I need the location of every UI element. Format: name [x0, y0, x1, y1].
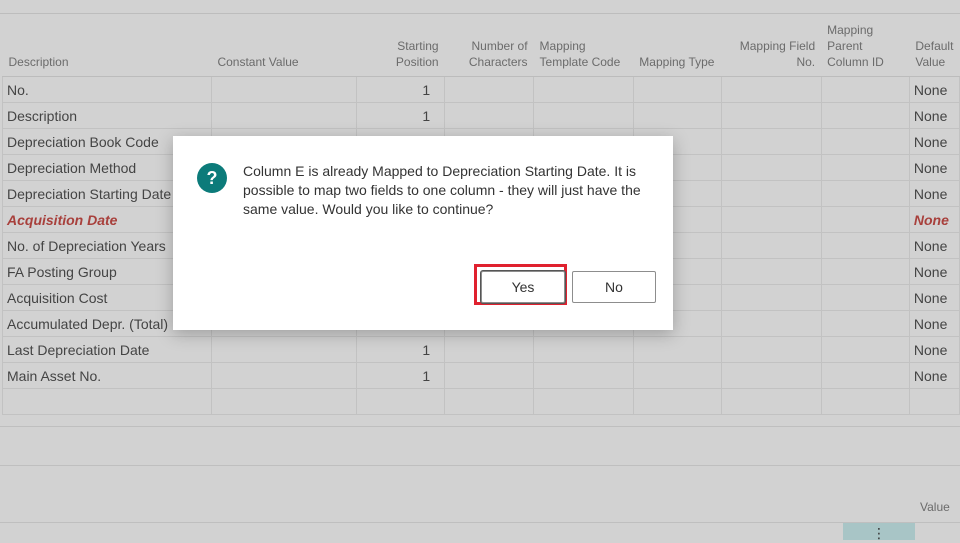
cell-mapping-template-code[interactable]	[533, 362, 634, 389]
cell-mapping-template-code[interactable]	[533, 102, 634, 129]
cell-mapping-field-no[interactable]	[721, 206, 822, 233]
cell-mapping-parent-column-id[interactable]	[821, 232, 910, 259]
col-header-default-value[interactable]: Default Value	[909, 13, 960, 77]
header-row: Description Constant Value Starting Posi…	[2, 13, 960, 77]
cell-mapping-parent-column-id[interactable]	[821, 284, 910, 311]
cell-mapping-field-no[interactable]	[721, 362, 822, 389]
cell-constant-value[interactable]	[211, 362, 358, 389]
cell-starting-position[interactable]: 1	[356, 102, 446, 129]
cell-default-value[interactable]	[909, 388, 960, 415]
cell-mapping-type[interactable]	[633, 102, 723, 129]
cell-mapping-field-no[interactable]	[721, 76, 822, 103]
dialog-message: Column E is already Mapped to Depreciati…	[243, 163, 641, 217]
cell-mapping-template-code[interactable]	[533, 76, 634, 103]
cell-mapping-field-no[interactable]	[721, 258, 822, 285]
col-header-starting-position[interactable]: Starting Position	[356, 13, 445, 77]
cell-mapping-field-no[interactable]	[721, 232, 822, 259]
cell-number-of-characters[interactable]	[444, 102, 535, 129]
col-header-mapping-template-code[interactable]: Mapping Template Code	[533, 13, 634, 77]
cell-mapping-template-code[interactable]	[533, 388, 634, 415]
cell-mapping-parent-column-id[interactable]	[821, 258, 910, 285]
cell-mapping-field-no[interactable]	[721, 284, 822, 311]
col-header-constant-value[interactable]: Constant Value	[211, 13, 357, 77]
cell-default-value[interactable]: None	[909, 76, 960, 103]
more-options-button[interactable]: ⋮	[843, 523, 915, 541]
confirm-dialog: ? Column E is already Mapped to Deprecia…	[173, 136, 673, 330]
cell-mapping-field-no[interactable]	[721, 154, 822, 181]
cell-number-of-characters[interactable]	[444, 388, 535, 415]
cell-default-value[interactable]: None	[909, 206, 960, 233]
cell-description[interactable]	[2, 388, 212, 415]
cell-constant-value[interactable]	[211, 336, 358, 363]
top-strip	[0, 0, 960, 14]
divider	[0, 522, 960, 523]
cell-description[interactable]: Description	[2, 102, 212, 129]
no-button[interactable]: No	[572, 271, 656, 303]
cell-default-value[interactable]: None	[909, 258, 960, 285]
cell-starting-position[interactable]: 1	[356, 76, 446, 103]
cell-number-of-characters[interactable]	[444, 336, 535, 363]
cell-mapping-type[interactable]	[633, 388, 723, 415]
cell-default-value[interactable]: None	[909, 336, 960, 363]
cell-mapping-field-no[interactable]	[721, 310, 822, 337]
cell-default-value[interactable]: None	[909, 180, 960, 207]
yes-button[interactable]: Yes	[481, 271, 565, 303]
cell-mapping-field-no[interactable]	[721, 388, 822, 415]
cell-mapping-type[interactable]	[633, 336, 723, 363]
cell-mapping-field-no[interactable]	[721, 128, 822, 155]
cell-starting-position[interactable]: 1	[356, 336, 446, 363]
col-header-number-of-characters[interactable]: Number of Characters	[444, 13, 534, 77]
cell-constant-value[interactable]	[211, 102, 358, 129]
cell-mapping-parent-column-id[interactable]	[821, 362, 910, 389]
cell-starting-position[interactable]: 1	[356, 362, 446, 389]
table-row[interactable]: Main Asset No. 1 None	[2, 362, 960, 389]
cell-default-value[interactable]: None	[909, 154, 960, 181]
cell-default-value[interactable]: None	[909, 128, 960, 155]
cell-mapping-parent-column-id[interactable]	[821, 206, 910, 233]
cell-description[interactable]: Last Depreciation Date	[2, 336, 212, 363]
cell-mapping-type[interactable]	[633, 362, 723, 389]
cell-mapping-field-no[interactable]	[721, 180, 822, 207]
cell-default-value[interactable]: None	[909, 362, 960, 389]
col-header-mapping-type[interactable]: Mapping Type	[633, 13, 722, 77]
cell-mapping-parent-column-id[interactable]	[821, 154, 910, 181]
cell-mapping-parent-column-id[interactable]	[821, 310, 910, 337]
cell-mapping-parent-column-id[interactable]	[821, 336, 910, 363]
cell-number-of-characters[interactable]	[444, 76, 535, 103]
table-row[interactable]: Last Depreciation Date 1 None	[2, 336, 960, 363]
cell-mapping-field-no[interactable]	[721, 102, 822, 129]
cell-description[interactable]: No.	[2, 76, 212, 103]
cell-mapping-field-no[interactable]	[721, 336, 822, 363]
table-row[interactable]: Description 1 None	[2, 102, 960, 129]
table-row[interactable]: No. 1 None	[2, 76, 960, 103]
question-icon: ?	[197, 163, 227, 193]
cell-default-value[interactable]: None	[909, 284, 960, 311]
divider	[0, 465, 960, 466]
cell-default-value[interactable]: None	[909, 102, 960, 129]
cell-default-value[interactable]: None	[909, 310, 960, 337]
col-header-mapping-field-no[interactable]: Mapping Field No.	[721, 13, 822, 77]
table-row-empty[interactable]	[2, 388, 960, 415]
divider	[0, 426, 960, 427]
cell-starting-position[interactable]	[356, 388, 446, 415]
cell-mapping-parent-column-id[interactable]	[821, 180, 910, 207]
cell-mapping-template-code[interactable]	[533, 336, 634, 363]
cell-default-value[interactable]: None	[909, 232, 960, 259]
cell-mapping-parent-column-id[interactable]	[821, 76, 910, 103]
col-header-mapping-parent-column-id[interactable]: Mapping Parent Column ID	[821, 13, 910, 77]
cell-constant-value[interactable]	[211, 388, 358, 415]
col-header-description[interactable]: Description	[2, 13, 212, 77]
cell-number-of-characters[interactable]	[444, 362, 535, 389]
cell-description[interactable]: Main Asset No.	[2, 362, 212, 389]
cell-constant-value[interactable]	[211, 76, 358, 103]
cell-mapping-type[interactable]	[633, 76, 723, 103]
cell-mapping-parent-column-id[interactable]	[821, 388, 910, 415]
cell-mapping-parent-column-id[interactable]	[821, 128, 910, 155]
cell-mapping-parent-column-id[interactable]	[821, 102, 910, 129]
value-label: Value	[920, 500, 950, 514]
